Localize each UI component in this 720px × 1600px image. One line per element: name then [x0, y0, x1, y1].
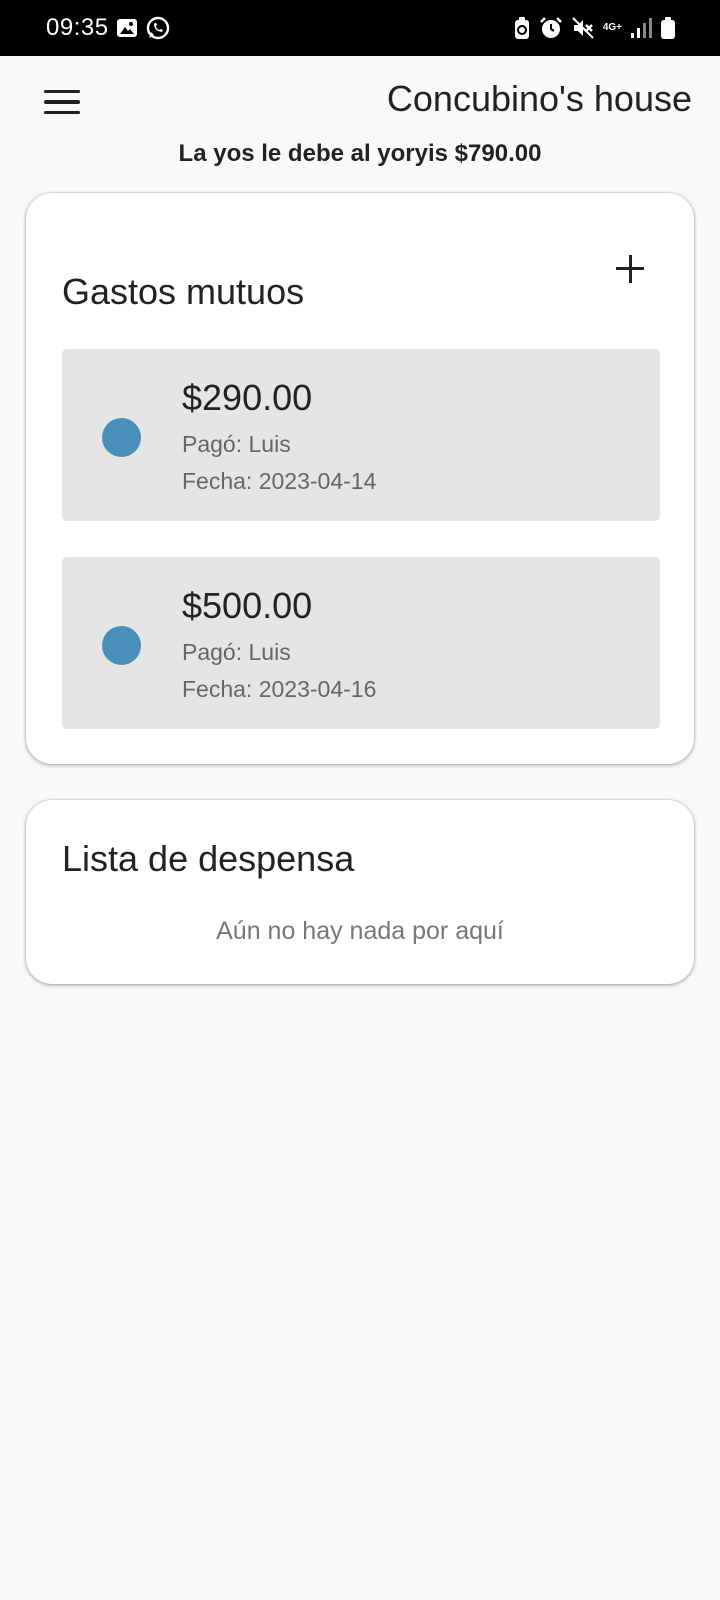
- pantry-card-title: Lista de despensa: [62, 838, 355, 879]
- status-bar: 09:35 4G+: [0, 0, 720, 56]
- network-label: 4G+: [602, 22, 622, 33]
- expense-amount: $290.00: [182, 377, 313, 418]
- status-right: 4G+: [513, 16, 676, 40]
- network-4g-icon: 4G+: [603, 23, 622, 33]
- expense-date: Fecha: 2023-04-14: [182, 468, 377, 494]
- expense-payer: Pagó: Luis: [182, 431, 291, 457]
- battery-saver-icon: [513, 16, 531, 40]
- debt-summary: La yos le debe al yoryis $790.00: [178, 140, 542, 167]
- expense-date: Fecha: 2023-04-16: [182, 676, 377, 702]
- app-title: Concubino's house: [386, 78, 692, 119]
- expense-amount: $500.00: [182, 585, 313, 626]
- expense-item[interactable]: $500.00 Pagó: Luis Fecha: 2023-04-16: [62, 557, 660, 729]
- menu-line: [44, 110, 80, 115]
- expenses-card-title: Gastos mutuos: [62, 271, 305, 312]
- menu-line: [44, 89, 80, 94]
- expense-payer: Pagó: Luis: [182, 639, 291, 665]
- status-left: 09:35: [46, 14, 171, 42]
- hamburger-menu-icon[interactable]: [44, 82, 92, 122]
- expenses-card: Gastos mutuos $290.00 Pagó: Luis Fecha: …: [26, 193, 694, 764]
- alarm-icon: [539, 16, 563, 40]
- app-bar: Concubino's house: [0, 56, 720, 144]
- expense-status-dot: [102, 418, 141, 457]
- add-expense-button[interactable]: [608, 247, 652, 291]
- mute-icon: [571, 16, 595, 40]
- expense-item[interactable]: $290.00 Pagó: Luis Fecha: 2023-04-14: [62, 349, 660, 521]
- battery-icon: [660, 16, 676, 40]
- signal-icon: [630, 17, 652, 39]
- whatsapp-icon: [145, 15, 171, 41]
- pantry-empty-message: Aún no hay nada por aquí: [216, 917, 504, 945]
- image-icon: [115, 16, 139, 40]
- expense-status-dot: [102, 626, 141, 665]
- status-time: 09:35: [46, 14, 109, 41]
- pantry-card: Lista de despensa Aún no hay nada por aq…: [26, 800, 694, 984]
- menu-line: [44, 100, 80, 104]
